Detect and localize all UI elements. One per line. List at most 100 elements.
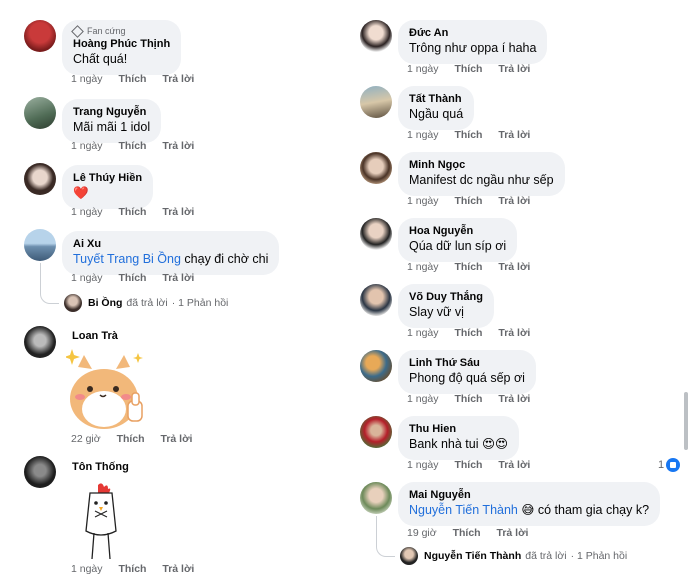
comment-author[interactable]: Loan Trà — [72, 329, 118, 343]
avatar[interactable] — [360, 350, 392, 382]
comment-author[interactable]: Mai Nguyễn — [409, 488, 649, 502]
like-button[interactable]: Thích — [454, 459, 482, 471]
reply-summary[interactable]: Nguyễn Tiến Thành đã trả lời · 1 Phản hồ… — [400, 547, 627, 565]
avatar[interactable] — [24, 163, 56, 195]
reaction-count[interactable]: 1 — [658, 458, 681, 472]
avatar[interactable] — [24, 20, 56, 52]
like-button[interactable]: Thích — [118, 73, 146, 85]
comment-author[interactable]: Hoa Nguyễn — [409, 224, 506, 238]
reaction-count-value: 1 — [658, 459, 665, 471]
reply-button[interactable]: Trả lời — [162, 140, 194, 152]
comment-time[interactable]: 1 ngày — [71, 272, 103, 284]
avatar[interactable] — [360, 86, 392, 118]
reply-summary[interactable]: Bi Ồng đã trả lời · 1 Phản hồi — [64, 294, 228, 312]
reply-button[interactable]: Trả lời — [498, 393, 530, 405]
reply-count: · 1 Phản hồi — [570, 550, 628, 562]
avatar[interactable] — [360, 416, 392, 448]
comment-time[interactable]: 1 ngày — [71, 140, 103, 152]
comment-time[interactable]: 19 giờ — [407, 527, 437, 539]
like-button[interactable]: Thích — [117, 433, 145, 445]
comment-actions: 1 ngày Thích Trả lời — [71, 272, 207, 284]
comment-time[interactable]: 1 ngày — [71, 206, 103, 218]
avatar[interactable] — [360, 284, 392, 316]
comment-author[interactable]: Võ Duy Thắng — [409, 290, 483, 304]
scrollbar[interactable] — [684, 392, 688, 450]
comment-time[interactable]: 22 giờ — [71, 433, 101, 445]
mention-link[interactable]: Tuyết Trang Bi Ồng — [73, 252, 181, 266]
comment-author[interactable]: Đức An — [409, 26, 536, 40]
reply-button[interactable]: Trả lời — [497, 527, 529, 539]
avatar[interactable] — [360, 20, 392, 52]
comment-text: Chất quá! — [73, 52, 128, 66]
comment-text: Mãi mãi 1 idol — [73, 120, 151, 134]
chicken-sticker[interactable] — [76, 481, 126, 561]
like-button[interactable]: Thích — [118, 140, 146, 152]
like-button[interactable]: Thích — [454, 261, 482, 273]
comment-author[interactable]: Lê Thúy Hiền — [73, 171, 142, 185]
comment-author[interactable]: Tất Thành — [409, 92, 463, 106]
reply-button[interactable]: Trả lời — [498, 195, 530, 207]
like-button[interactable]: Thích — [454, 195, 482, 207]
like-button[interactable]: Thích — [454, 393, 482, 405]
like-button[interactable]: Thích — [454, 63, 482, 75]
reply-button[interactable]: Trả lời — [161, 433, 193, 445]
comment-time[interactable]: 1 ngày — [407, 393, 439, 405]
reply-button[interactable]: Trả lời — [498, 327, 530, 339]
mention-link[interactable]: Nguyễn Tiến Thành — [409, 503, 518, 517]
comment-time[interactable]: 1 ngày — [407, 327, 439, 339]
avatar[interactable] — [360, 218, 392, 250]
like-button[interactable]: Thích — [118, 272, 146, 284]
reply-button[interactable]: Trả lời — [162, 206, 194, 218]
comment-actions: 1 ngày Thích Trả lời — [407, 327, 543, 339]
comment-time[interactable]: 1 ngày — [71, 563, 103, 575]
comment-author[interactable]: Hoàng Phúc Thịnh — [73, 37, 170, 51]
comment-author[interactable]: Minh Ngọc — [409, 158, 554, 172]
reply-button[interactable]: Trả lời — [498, 129, 530, 141]
like-button[interactable]: Thích — [118, 206, 146, 218]
reply-button[interactable]: Trả lời — [498, 261, 530, 273]
comment-text: Tuyết Trang Bi Ồng chạy đi chờ chi — [73, 251, 268, 268]
comment-text: Nguyễn Tiến Thành 😅 có tham gia chạy k? — [409, 502, 649, 519]
avatar — [400, 547, 418, 565]
comment-text-body: chạy đi chờ chi — [180, 252, 269, 266]
comment-actions: 1 ngày Thích Trả lời — [71, 140, 207, 152]
comment-author[interactable]: Ai Xu — [73, 237, 268, 251]
comment-actions: 1 ngày Thích Trả lời — [407, 393, 543, 405]
comment-bubble: Minh Ngọc Manifest dc ngầu như sếp — [398, 152, 565, 196]
comment-time[interactable]: 1 ngày — [407, 459, 439, 471]
reply-button[interactable]: Trả lời — [162, 563, 194, 575]
comment-time[interactable]: 1 ngày — [71, 73, 103, 85]
comment-author[interactable]: Thu Hien — [409, 422, 508, 436]
comment-author[interactable]: Tôn Thống — [72, 460, 129, 474]
comment-time[interactable]: 1 ngày — [407, 195, 439, 207]
avatar[interactable] — [24, 326, 56, 358]
avatar[interactable] — [24, 97, 56, 129]
reply-button[interactable]: Trả lời — [162, 272, 194, 284]
comment-time[interactable]: 1 ngày — [407, 63, 439, 75]
comment-author[interactable]: Trang Nguyễn — [73, 105, 150, 119]
avatar[interactable] — [24, 456, 56, 488]
like-button[interactable]: Thích — [454, 129, 482, 141]
comment-text: Ngầu quá — [409, 107, 464, 121]
reply-button[interactable]: Trả lời — [498, 63, 530, 75]
hamster-thumbs-up-sticker[interactable] — [66, 343, 148, 431]
avatar[interactable] — [24, 229, 56, 261]
reply-button[interactable]: Trả lời — [162, 73, 194, 85]
avatar[interactable] — [360, 152, 392, 184]
comment-author[interactable]: Linh Thứ Sáu — [409, 356, 525, 370]
comment-text: Trông như oppa í haha — [409, 41, 537, 55]
like-button[interactable]: Thích — [118, 563, 146, 575]
comment-time[interactable]: 1 ngày — [407, 261, 439, 273]
like-button[interactable]: Thích — [453, 527, 481, 539]
comment-actions: 1 ngày Thích Trả lời — [407, 129, 543, 141]
avatar[interactable] — [360, 482, 392, 514]
reply-button[interactable]: Trả lời — [498, 459, 530, 471]
diamond-icon — [71, 24, 84, 38]
comment-text: Slay vữ vị — [409, 305, 464, 319]
comment-text: Phong độ quá sếp ơi — [409, 371, 525, 385]
comment-bubble: Võ Duy Thắng Slay vữ vị — [398, 284, 494, 328]
reply-author: Nguyễn Tiến Thành — [424, 550, 522, 562]
like-button[interactable]: Thích — [454, 327, 482, 339]
comment-text: Manifest dc ngầu như sếp — [409, 173, 554, 187]
comment-time[interactable]: 1 ngày — [407, 129, 439, 141]
